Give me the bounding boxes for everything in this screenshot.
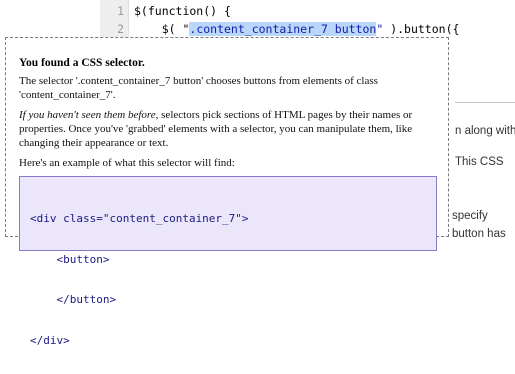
popup-paragraph-1: The selector '.content_container_7 butto… — [19, 75, 378, 101]
popup-title: You found a CSS selector. — [19, 57, 145, 69]
code-text: $( " — [134, 22, 190, 36]
example-line: </div> — [30, 333, 70, 347]
line-number: 2 — [117, 22, 124, 36]
popup-paragraph-3: Here's an example of what this selector … — [19, 157, 235, 169]
code-editor: 1 $(function() { 2 $( ".content_container… — [0, 0, 515, 40]
example-line: <div class="content_container_7"> — [30, 212, 249, 225]
code-text: $(function() { — [134, 4, 231, 18]
example-line: <button> — [30, 252, 110, 266]
background-text: button has — [452, 228, 506, 240]
example-line: </button> — [30, 293, 117, 306]
background-text: specify — [452, 210, 488, 222]
selector-highlight[interactable]: .content_container_7 button — [189, 22, 377, 36]
selector-explanation-popup: You found a CSS selector. The selector '… — [5, 37, 449, 347]
code-line-1: 1 $(function() { — [100, 2, 231, 20]
example-code-block: <div class="content_container_7"> <butto… — [19, 176, 437, 347]
background-divider — [455, 102, 515, 103]
line-number: 1 — [117, 4, 124, 18]
background-text: n along with — [455, 125, 515, 137]
popup-paragraph-2: If you haven't seen them before, selecto… — [19, 108, 436, 150]
code-line-2: 2 $( ".content_container_7 button" ).but… — [100, 20, 459, 38]
background-text: This CSS — [455, 156, 504, 168]
emphasis-text: If you haven't seen them before, — [19, 109, 159, 121]
code-text: ).button({ — [383, 22, 460, 36]
